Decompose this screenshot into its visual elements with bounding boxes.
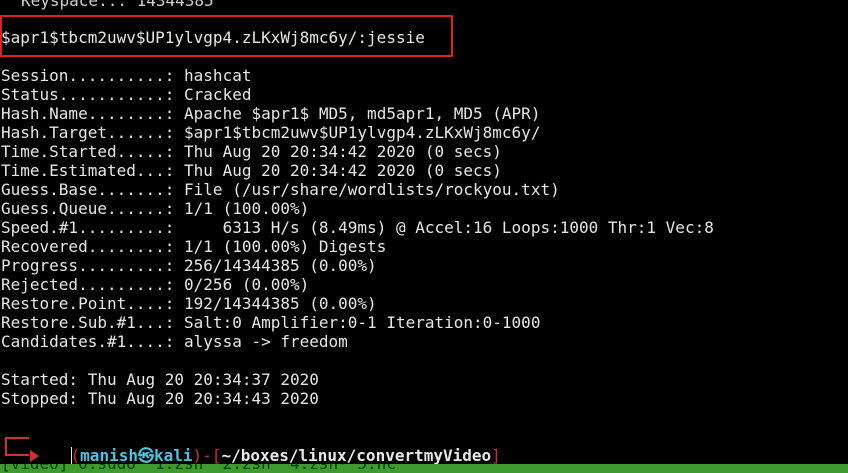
stat-value: 1/1 (100.00%) bbox=[184, 199, 310, 218]
stat-label: Restore.Sub.#1...: bbox=[1, 313, 185, 332]
stat-row-hash-name: Hash.Name........: Apache $apr1$ MD5, md… bbox=[1, 104, 540, 123]
stat-row-guess-base: Guess.Base.......: File (/usr/share/word… bbox=[1, 180, 560, 199]
stat-value: Apache $apr1$ MD5, md5apr1, MD5 (APR) bbox=[184, 104, 541, 123]
stat-label: Guess.Base.......: bbox=[1, 180, 185, 199]
stat-row-rejected: Rejected.........: 0/256 (0.00%) bbox=[1, 275, 309, 294]
stat-label: Progress.........: bbox=[1, 256, 185, 275]
stat-label: Hash.Name........: bbox=[1, 104, 185, 123]
prompt-open-bracket: [ bbox=[211, 446, 222, 465]
prompt-header: (manish㉿kali)-[~/boxes/linux/convertmyVi… bbox=[0, 427, 501, 465]
prompt-dash: - bbox=[202, 446, 212, 465]
stat-value: 256/14344385 (0.00%) bbox=[184, 256, 377, 275]
stat-value: File (/usr/share/wordlists/rockyou.txt) bbox=[184, 180, 560, 199]
stat-value: 6313 H/s (8.49ms) @ Accel:16 Loops:1000 … bbox=[184, 218, 714, 237]
stat-row-status: Status...........: Cracked bbox=[1, 85, 251, 104]
prompt-path: ~/boxes/linux/convertmyVideo bbox=[221, 446, 492, 465]
started-line: Started: Thu Aug 20 20:34:37 2020 bbox=[1, 370, 319, 389]
prompt-close-paren: ) bbox=[192, 446, 203, 465]
stat-row-hash-target: Hash.Target......: $apr1$tbcm2uwv$UP1ylv… bbox=[1, 123, 540, 142]
stat-value: Thu Aug 20 20:34:42 2020 (0 secs) bbox=[184, 161, 502, 180]
stat-row-time-estimated: Time.Estimated...: Thu Aug 20 20:34:42 2… bbox=[1, 161, 502, 180]
stat-label: Time.Started.....: bbox=[1, 142, 185, 161]
stat-row-session: Session..........: hashcat bbox=[1, 66, 251, 85]
stat-value: Cracked bbox=[184, 85, 252, 104]
terminal-window[interactable]: Keyspace..: 14344385 $apr1$tbcm2uwv$UP1y… bbox=[0, 0, 848, 473]
tmux-window-list: [video] 0:sudo 1:zsh 2:zsh 4:zsh* 5:nc bbox=[1, 464, 396, 473]
stat-value: Thu Aug 20 20:34:42 2020 (0 secs) bbox=[184, 142, 502, 161]
cracked-hash-result: $apr1$tbcm2uwv$UP1ylvgp4.zLKxWj8mc6y/:je… bbox=[1, 28, 425, 47]
stat-value: hashcat bbox=[184, 66, 252, 85]
stat-value: Salt:0 Amplifier:0-1 Iteration:0-1000 bbox=[184, 313, 541, 332]
stat-label: Candidates.#1....: bbox=[1, 332, 185, 351]
stopped-line: Stopped: Thu Aug 20 20:34:43 2020 bbox=[1, 389, 319, 408]
stat-label: Recovered........: bbox=[1, 237, 185, 256]
stat-row-candidates: Candidates.#1....: alyssa -> freedom bbox=[1, 332, 348, 351]
stat-label: Time.Estimated...: bbox=[1, 161, 185, 180]
stat-row-guess-queue: Guess.Queue......: 1/1 (100.00%) bbox=[1, 199, 309, 218]
stat-label: Speed.#1.........: bbox=[1, 218, 185, 237]
stat-value: $apr1$tbcm2uwv$UP1ylvgp4.zLKxWj8mc6y/ bbox=[184, 123, 541, 142]
stat-value: alyssa -> freedom bbox=[184, 332, 348, 351]
keyspace-line: Keyspace..: 14344385 bbox=[21, 0, 214, 10]
stat-value: 1/1 (100.00%) Digests bbox=[184, 237, 387, 256]
stat-row-speed: Speed.#1.........: 6313 H/s (8.49ms) @ A… bbox=[1, 218, 714, 237]
prompt-close-bracket: ] bbox=[491, 446, 501, 465]
stat-label: Restore.Point....: bbox=[1, 294, 185, 313]
stat-row-recovered: Recovered........: 1/1 (100.00%) Digests bbox=[1, 237, 386, 256]
prompt-at-icon: ㉿ bbox=[137, 446, 154, 465]
stat-label: Status...........: bbox=[1, 85, 185, 104]
prompt-host: kali bbox=[153, 446, 193, 465]
terminal-cursor bbox=[71, 447, 72, 464]
stat-row-time-started: Time.Started.....: Thu Aug 20 20:34:42 2… bbox=[1, 142, 502, 161]
stat-label: Session..........: bbox=[1, 66, 185, 85]
stat-value: 192/14344385 (0.00%) bbox=[184, 294, 377, 313]
stat-row-restore-sub: Restore.Sub.#1...: Salt:0 Amplifier:0-1 … bbox=[1, 313, 540, 332]
stat-label: Hash.Target......: bbox=[1, 123, 185, 142]
stat-row-restore-point: Restore.Point....: 192/14344385 (0.00%) bbox=[1, 294, 377, 313]
stat-value: 0/256 (0.00%) bbox=[184, 275, 310, 294]
tmux-status-bar[interactable]: [video] 0:sudo 1:zsh 2:zsh 4:zsh* 5:nc bbox=[0, 464, 848, 473]
stat-label: Guess.Queue......: bbox=[1, 199, 185, 218]
prompt-input-line[interactable]: $ bbox=[0, 446, 100, 473]
stat-row-progress: Progress.........: 256/14344385 (0.00%) bbox=[1, 256, 377, 275]
stat-label: Rejected.........: bbox=[1, 275, 185, 294]
